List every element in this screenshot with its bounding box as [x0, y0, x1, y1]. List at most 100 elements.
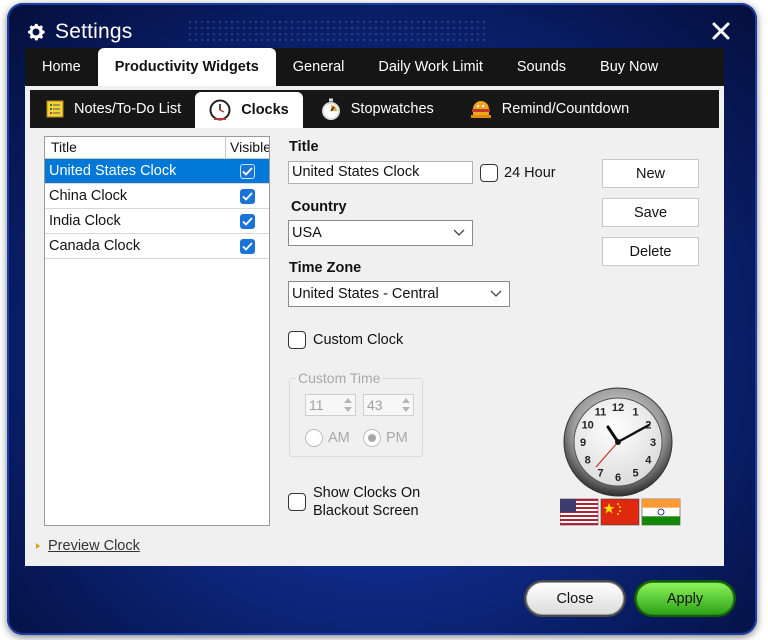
timezone-select[interactable]: United States - Central	[288, 281, 510, 307]
subtab-clocks-label: Clocks	[241, 102, 289, 118]
blackout-label-line1: Show Clocks On	[313, 485, 421, 501]
clock-icon	[209, 99, 231, 121]
clock-numeral: 12	[612, 402, 624, 414]
chevron-down-icon[interactable]	[401, 405, 411, 414]
save-button[interactable]: Save	[602, 198, 699, 227]
check-icon	[242, 191, 253, 201]
list-item[interactable]: India Clock	[45, 209, 269, 234]
clock-numeral: 1	[632, 407, 638, 419]
blackout-checkbox[interactable]	[288, 493, 306, 511]
chevron-up-icon[interactable]	[401, 396, 411, 405]
bullet-icon	[36, 543, 40, 549]
hour-value: 11	[309, 397, 324, 413]
clock-numeral: 7	[597, 467, 603, 479]
clock-numeral: 6	[615, 472, 621, 484]
custom-clock-checkbox[interactable]	[288, 331, 306, 349]
custom-clock-label: Custom Clock	[313, 332, 404, 348]
window-title: Settings	[55, 20, 133, 43]
custom-time-legend: Custom Time	[296, 370, 383, 386]
india-flag-icon	[641, 498, 681, 526]
country-value: USA	[292, 225, 322, 241]
visible-checkbox[interactable]	[240, 213, 255, 229]
settings-window: Settings Home Productivity Widgets Gener…	[7, 3, 757, 635]
chevron-down-icon	[490, 290, 502, 297]
am-radio[interactable]	[305, 429, 323, 447]
delete-button[interactable]: Delete	[602, 237, 699, 266]
clock-list-header: Title Visible	[45, 137, 269, 159]
china-flag-icon	[600, 498, 640, 526]
hour24-label: 24 Hour	[504, 165, 556, 181]
check-icon	[242, 241, 253, 251]
timezone-label: Time Zone	[289, 260, 362, 276]
check-icon	[242, 166, 253, 176]
blackout-label: Show Clocks On Blackout Screen	[313, 484, 420, 520]
stopwatch-icon	[321, 98, 340, 120]
pm-label: PM	[386, 430, 408, 446]
subtab-notes-label: Notes/To-Do List	[74, 101, 182, 117]
title-input[interactable]: United States Clock	[288, 161, 473, 184]
hour24-checkbox[interactable]	[480, 164, 498, 182]
title-label: Title	[289, 139, 319, 155]
country-label: Country	[291, 199, 347, 215]
close-icon[interactable]	[711, 21, 731, 41]
settings-panel: Notes/To-Do List Clocks Stopwatches Remi…	[25, 86, 724, 566]
clock-numeral: 11	[595, 407, 607, 419]
subtab-stopwatches-label: Stopwatches	[350, 101, 434, 117]
list-item-title: China Clock	[49, 188, 128, 204]
tab-buy-now[interactable]: Buy Now	[583, 48, 675, 86]
list-item-title: India Clock	[49, 213, 121, 229]
subtab-remind-label: Remind/Countdown	[501, 101, 630, 117]
apply-button[interactable]: Apply	[636, 582, 734, 615]
visible-checkbox[interactable]	[240, 163, 255, 179]
list-item[interactable]: Canada Clock	[45, 234, 269, 259]
title-decoration	[187, 19, 487, 45]
visible-checkbox[interactable]	[240, 188, 255, 204]
tab-sounds[interactable]: Sounds	[500, 48, 583, 86]
subtab-stopwatches[interactable]: Stopwatches	[303, 90, 448, 128]
tab-daily-work-limit[interactable]: Daily Work Limit	[361, 48, 499, 86]
new-button[interactable]: New	[602, 159, 699, 188]
preview-clock-label: Preview Clock	[48, 538, 140, 554]
notes-icon	[46, 100, 64, 118]
pm-radio[interactable]	[363, 429, 381, 447]
list-item-title: Canada Clock	[49, 238, 141, 254]
subtab-remind-countdown[interactable]: Remind/Countdown	[448, 90, 643, 128]
title-bar: Settings	[25, 15, 132, 49]
clock-list[interactable]: Title Visible United States Clock China …	[44, 136, 270, 526]
chevron-up-icon[interactable]	[343, 396, 353, 405]
am-label: AM	[328, 430, 350, 446]
gear-icon	[28, 23, 45, 41]
clock-numeral: 5	[632, 467, 638, 479]
close-button[interactable]: Close	[526, 582, 624, 615]
clock-numeral: 9	[580, 437, 586, 449]
list-item[interactable]: China Clock	[45, 184, 269, 209]
minute-stepper[interactable]: 43	[363, 394, 414, 416]
tab-productivity-widgets[interactable]: Productivity Widgets	[97, 48, 276, 86]
list-item-title: United States Clock	[49, 163, 177, 179]
us-flag-icon	[560, 498, 599, 526]
clock-numeral: 8	[585, 455, 591, 467]
custom-time-group: Custom Time 11 43 AM PM	[289, 370, 423, 457]
sub-tab-bar: Notes/To-Do List Clocks Stopwatches Remi…	[30, 90, 719, 128]
clock-numeral: 10	[582, 420, 594, 432]
blackout-label-line2: Blackout Screen	[313, 503, 419, 519]
hour-stepper[interactable]: 11	[305, 394, 356, 416]
column-header-title[interactable]: Title	[45, 137, 226, 158]
chevron-down-icon[interactable]	[343, 405, 353, 414]
list-item[interactable]: United States Clock	[45, 159, 269, 184]
subtab-clocks[interactable]: Clocks	[195, 92, 303, 128]
tab-home[interactable]: Home	[25, 48, 98, 86]
alarm-icon	[470, 101, 491, 118]
preview-clock-link[interactable]: Preview Clock	[36, 538, 140, 554]
minute-value: 43	[367, 397, 383, 413]
column-header-visible[interactable]: Visible	[226, 137, 269, 158]
clock-numeral: 4	[645, 455, 652, 467]
check-icon	[242, 216, 253, 226]
tab-general[interactable]: General	[276, 48, 362, 86]
subtab-notes[interactable]: Notes/To-Do List	[30, 90, 195, 128]
chevron-down-icon	[453, 229, 465, 236]
main-tab-bar: Home Productivity Widgets General Daily …	[25, 48, 724, 86]
world-clock-illustration: 121234567891011	[560, 387, 681, 526]
country-select[interactable]: USA	[288, 220, 473, 246]
visible-checkbox[interactable]	[240, 238, 255, 254]
